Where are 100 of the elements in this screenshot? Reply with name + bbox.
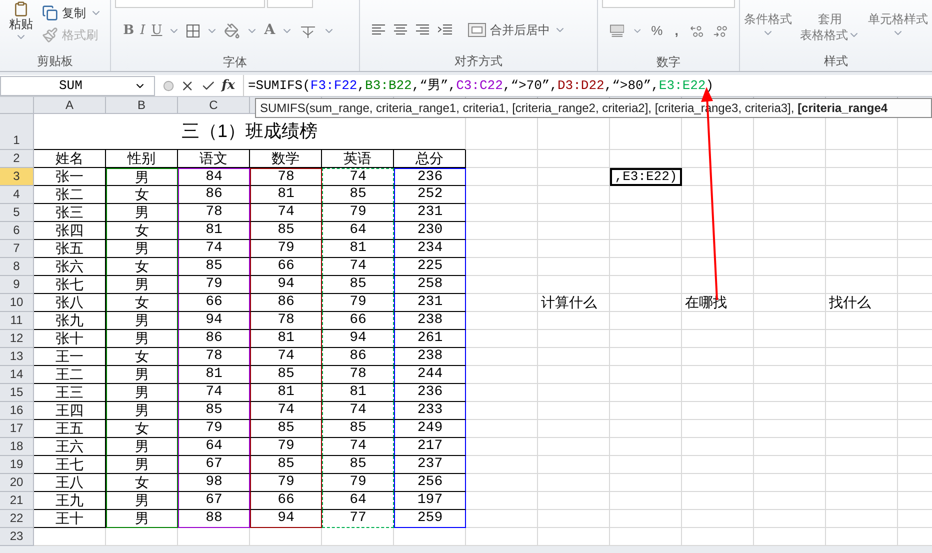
sheet-cell[interactable] [754, 510, 826, 528]
sheet-cell[interactable] [682, 384, 754, 402]
sheet-cell[interactable] [466, 456, 538, 474]
sheet-cell[interactable] [466, 240, 538, 258]
sheet-cell[interactable] [610, 186, 682, 204]
sheet-cell[interactable] [538, 528, 610, 546]
sheet-cell[interactable] [682, 258, 754, 276]
sheet-cell[interactable] [682, 456, 754, 474]
row-header[interactable]: 11 [0, 312, 34, 330]
sheet-cell[interactable] [826, 492, 898, 510]
sheet-cell[interactable] [826, 456, 898, 474]
sheet-cell[interactable] [754, 168, 826, 186]
sheet-cell[interactable] [754, 348, 826, 366]
sheet-cell[interactable] [610, 348, 682, 366]
sheet-cell[interactable] [610, 258, 682, 276]
sheet-cell[interactable] [466, 258, 538, 276]
table-format-button[interactable]: 套用 表格格式 [800, 0, 860, 52]
sheet-cell[interactable] [754, 222, 826, 240]
sheet-cell[interactable] [754, 420, 826, 438]
row-header[interactable]: 2 [0, 150, 34, 168]
sheet-cell[interactable] [682, 150, 754, 168]
row-header[interactable]: 5 [0, 204, 34, 222]
sheet-cell[interactable] [322, 528, 394, 546]
sheet-cell[interactable] [754, 474, 826, 492]
row-header[interactable]: 16 [0, 402, 34, 420]
align-icon[interactable] [416, 24, 430, 36]
sheet-cell[interactable] [250, 528, 322, 546]
row-header[interactable]: 3 [0, 168, 34, 186]
sheet-cell[interactable] [466, 420, 538, 438]
sheet-cell[interactable] [106, 528, 178, 546]
sheet-cell[interactable] [610, 384, 682, 402]
sheet-cell[interactable] [610, 366, 682, 384]
sheet-cell[interactable] [754, 366, 826, 384]
sheet-cell[interactable] [466, 384, 538, 402]
indent-icon[interactable] [438, 24, 452, 36]
sheet-cell[interactable] [754, 204, 826, 222]
sheet-cell[interactable] [682, 312, 754, 330]
sheet-cell[interactable] [466, 168, 538, 186]
sheet-cell[interactable] [538, 492, 610, 510]
sheet-cell[interactable] [538, 420, 610, 438]
sheet-cell[interactable] [610, 330, 682, 348]
sheet-cell[interactable] [754, 294, 826, 312]
sheet-cell[interactable] [682, 420, 754, 438]
sheet-cell[interactable] [610, 492, 682, 510]
sheet-cell[interactable] [682, 330, 754, 348]
sheet-cell[interactable] [826, 240, 898, 258]
sheet-cell[interactable] [538, 276, 610, 294]
column-header[interactable]: A [34, 97, 106, 114]
sheet-cell[interactable] [538, 384, 610, 402]
select-all-corner[interactable] [0, 97, 34, 114]
sheet-cell[interactable] [682, 510, 754, 528]
sheet-cell[interactable] [466, 312, 538, 330]
bold-button[interactable]: B [123, 20, 134, 40]
sheet-cell[interactable] [610, 312, 682, 330]
sheet-cell[interactable] [682, 438, 754, 456]
sheet-cell[interactable] [682, 222, 754, 240]
sheet-cell[interactable] [538, 402, 610, 420]
borders-icon[interactable] [186, 24, 200, 38]
insert-function-button[interactable]: fx [222, 76, 235, 96]
row-header[interactable]: 8 [0, 258, 34, 276]
sheet-cell[interactable] [610, 222, 682, 240]
sheet-cell[interactable] [610, 510, 682, 528]
font-color-button[interactable]: A [264, 20, 276, 41]
row-header[interactable]: 17 [0, 420, 34, 438]
row-header[interactable]: 18 [0, 438, 34, 456]
row-header[interactable]: 15 [0, 384, 34, 402]
row-header[interactable]: 23 [0, 528, 34, 546]
sheet-cell[interactable] [826, 366, 898, 384]
sheet-cell[interactable] [826, 168, 898, 186]
sheet-cell[interactable] [682, 276, 754, 294]
font-size-field[interactable] [267, 0, 314, 8]
sheet-cell[interactable] [538, 366, 610, 384]
sheet-cell[interactable] [466, 330, 538, 348]
number-format-field[interactable] [602, 0, 736, 8]
row-header[interactable]: 22 [0, 510, 34, 528]
sheet-cell[interactable] [538, 204, 610, 222]
sheet-cell[interactable] [610, 474, 682, 492]
sheet-cell[interactable] [826, 384, 898, 402]
row-header[interactable]: 9 [0, 276, 34, 294]
sheet-cell[interactable] [538, 240, 610, 258]
row-header[interactable]: 20 [0, 474, 34, 492]
sheet-cell[interactable] [466, 402, 538, 420]
sheet-cell[interactable] [826, 150, 898, 168]
paint-bucket-icon[interactable] [224, 22, 240, 38]
sheet-cell[interactable] [826, 474, 898, 492]
sheet-cell[interactable] [394, 528, 466, 546]
sheet-cell[interactable] [754, 384, 826, 402]
sheet-cell[interactable] [466, 222, 538, 240]
row-header[interactable]: 4 [0, 186, 34, 204]
sheet-cell[interactable] [610, 294, 682, 312]
sheet-cell[interactable] [826, 330, 898, 348]
sheet-cell[interactable] [826, 402, 898, 420]
sheet-cell[interactable] [682, 492, 754, 510]
sheet-cell[interactable] [466, 474, 538, 492]
align-icon[interactable] [394, 24, 408, 36]
sheet-cell[interactable] [826, 258, 898, 276]
sheet-cell[interactable] [538, 222, 610, 240]
sheet-cell[interactable] [34, 528, 106, 546]
sheet-cell[interactable] [178, 528, 250, 546]
increase-decimal-icon[interactable] [690, 24, 705, 38]
